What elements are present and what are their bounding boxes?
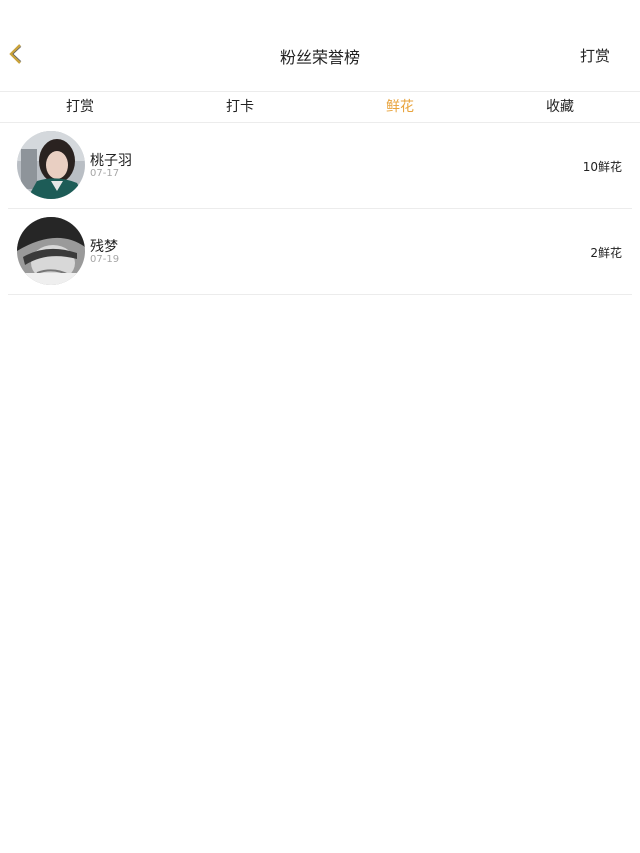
list-item[interactable]: 桃子羽 07-17 10鲜花 — [8, 123, 632, 209]
avatar — [17, 131, 85, 199]
fan-name: 桃子羽 — [90, 153, 132, 169]
fan-name: 残梦 — [90, 239, 118, 255]
fan-date: 07-19 — [90, 254, 120, 265]
list-item[interactable]: 残梦 07-19 2鲜花 — [8, 209, 632, 295]
navigation-bar: 粉丝荣誉榜 打赏 — [0, 0, 640, 92]
flower-count: 10鲜花 — [582, 160, 622, 174]
tip-button[interactable]: 打赏 — [580, 45, 610, 66]
tab-favorites[interactable]: 收藏 — [480, 92, 640, 122]
tab-bar: 打赏 打卡 鲜花 收藏 — [0, 91, 640, 123]
tab-flowers[interactable]: 鲜花 — [320, 92, 480, 122]
tab-tip[interactable]: 打赏 — [0, 92, 160, 122]
flower-count: 2鲜花 — [590, 246, 622, 260]
tab-checkin[interactable]: 打卡 — [160, 92, 320, 122]
page-title: 粉丝荣誉榜 — [279, 48, 360, 67]
avatar — [17, 217, 85, 285]
fan-list: 桃子羽 07-17 10鲜花 残梦 07-19 2鲜花 — [0, 123, 640, 295]
fan-date: 07-17 — [90, 168, 120, 179]
